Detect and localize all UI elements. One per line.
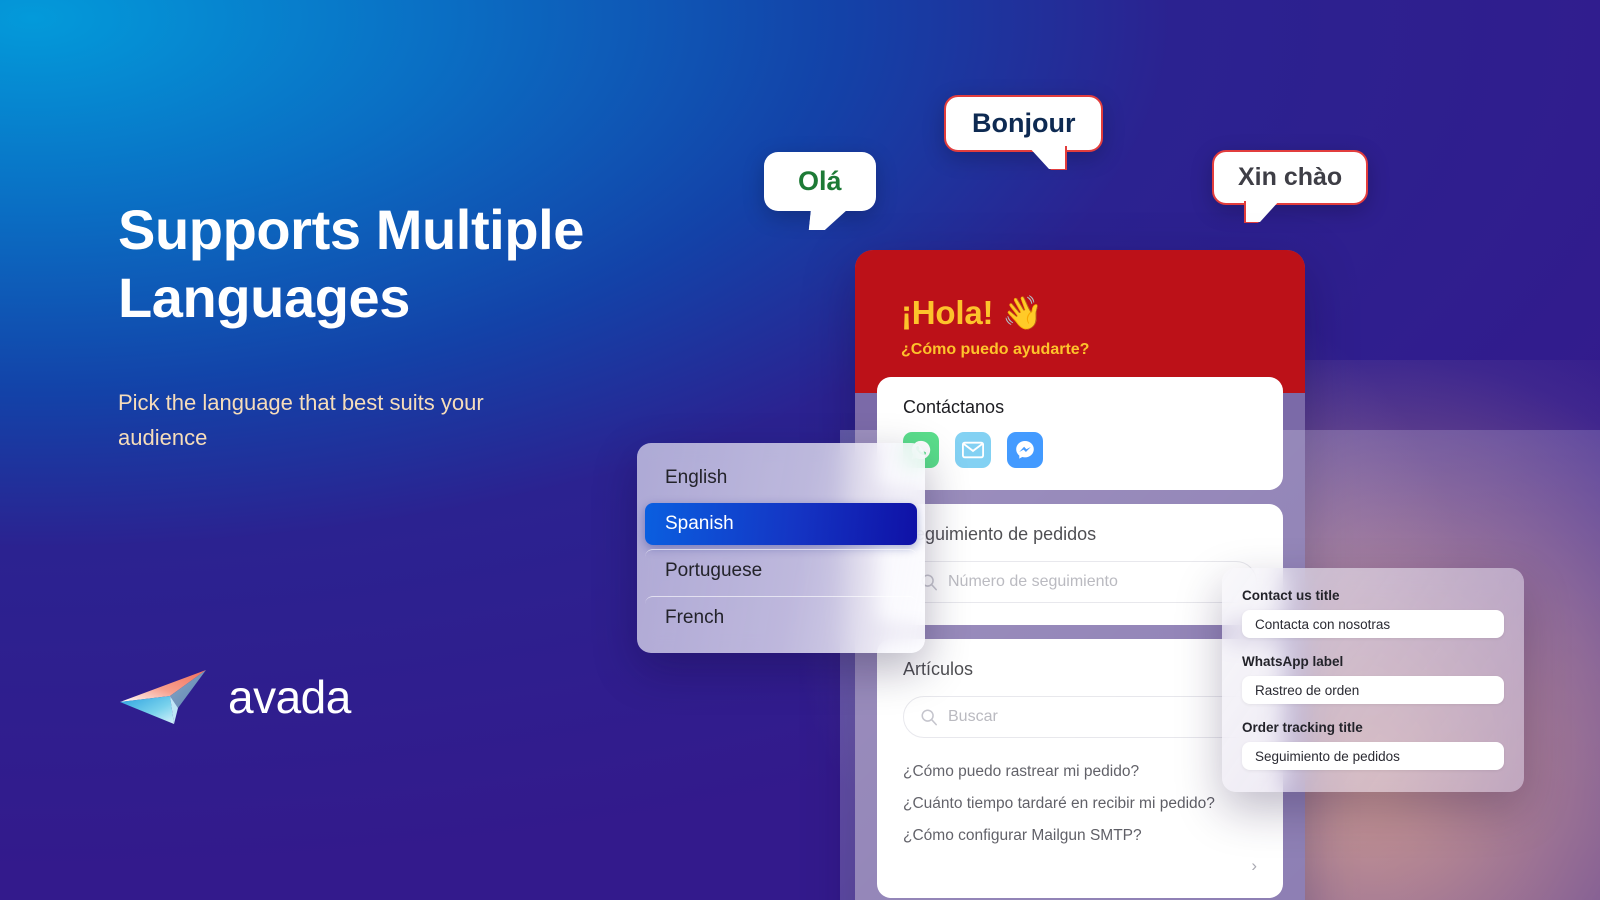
list-item[interactable]: ¿Cuánto tiempo tardaré en recibir mi ped… — [903, 788, 1257, 820]
widget-greeting: ¡Hola! 👋 — [901, 294, 1044, 331]
language-option-portuguese[interactable]: Portuguese — [645, 549, 917, 592]
contact-us-title-label: Contact us title — [1242, 588, 1340, 603]
language-option-english[interactable]: English — [645, 457, 917, 499]
paper-plane-icon — [120, 670, 206, 724]
email-icon[interactable] — [955, 432, 991, 468]
contact-us-title-field[interactable]: Contacta con nosotras — [1242, 610, 1504, 638]
chevron-right-icon[interactable]: › — [903, 856, 1257, 876]
translation-settings-panel: Contact us title Contacta con nosotras W… — [1222, 568, 1524, 792]
messenger-icon[interactable] — [1007, 432, 1043, 468]
order-tracking-search-placeholder: Número de seguimiento — [948, 573, 1118, 590]
brand-name: avada — [228, 671, 351, 723]
speech-bubble-bonjour: Bonjour — [944, 95, 1104, 152]
order-tracking-title-label: Order tracking title — [1242, 720, 1363, 735]
speech-bubble-text: Xin chào — [1238, 163, 1343, 191]
language-option-french[interactable]: French — [645, 596, 917, 639]
articles-title: Artículos — [903, 659, 974, 679]
order-tracking-search-input[interactable]: Número de seguimiento — [903, 561, 1257, 603]
whatsapp-label-field[interactable]: Rastreo de orden — [1242, 676, 1504, 704]
speech-bubble-text: Olá — [798, 166, 842, 196]
speech-bubble-ola: Olá — [764, 152, 876, 211]
whatsapp-label-label: WhatsApp label — [1242, 654, 1344, 669]
list-item[interactable]: ¿Cómo configurar Mailgun SMTP? — [903, 820, 1257, 852]
speech-bubble-xinchao: Xin chào — [1212, 150, 1369, 205]
hero-text-block: Supports Multiple Languages Pick the lan… — [118, 196, 678, 456]
articles-search-placeholder: Buscar — [948, 708, 998, 725]
search-icon — [921, 709, 937, 726]
language-option-spanish[interactable]: Spanish — [645, 503, 917, 545]
contact-us-title: Contáctanos — [903, 397, 1005, 417]
articles-search-input[interactable]: Buscar — [903, 696, 1257, 738]
speech-bubble-text: Bonjour — [972, 108, 1076, 138]
page-title: Supports Multiple Languages — [118, 198, 585, 330]
order-tracking-title-field[interactable]: Seguimiento de pedidos — [1242, 742, 1504, 770]
contact-us-card: Contáctanos — [877, 377, 1283, 490]
chat-widget-header: ¡Hola! 👋 ¿Cómo puedo ayudarte? — [855, 250, 1305, 393]
faq-list: ¿Cómo puedo rastrear mi pedido? ¿Cuánto … — [903, 756, 1257, 852]
order-tracking-title: Seguimiento de pedidos — [903, 524, 1097, 544]
contact-channel-list — [903, 432, 1257, 468]
list-item[interactable]: ¿Cómo puedo rastrear mi pedido? — [903, 756, 1257, 788]
language-dropdown[interactable]: English Spanish Portuguese French — [637, 443, 925, 653]
hero-banner: Supports Multiple Languages Pick the lan… — [0, 0, 1600, 900]
page-subtitle: Pick the language that best suits your a… — [118, 389, 484, 451]
widget-greeting-subtitle: ¿Cómo puedo ayudarte? — [901, 341, 1090, 358]
brand-logo: avada — [118, 668, 351, 726]
